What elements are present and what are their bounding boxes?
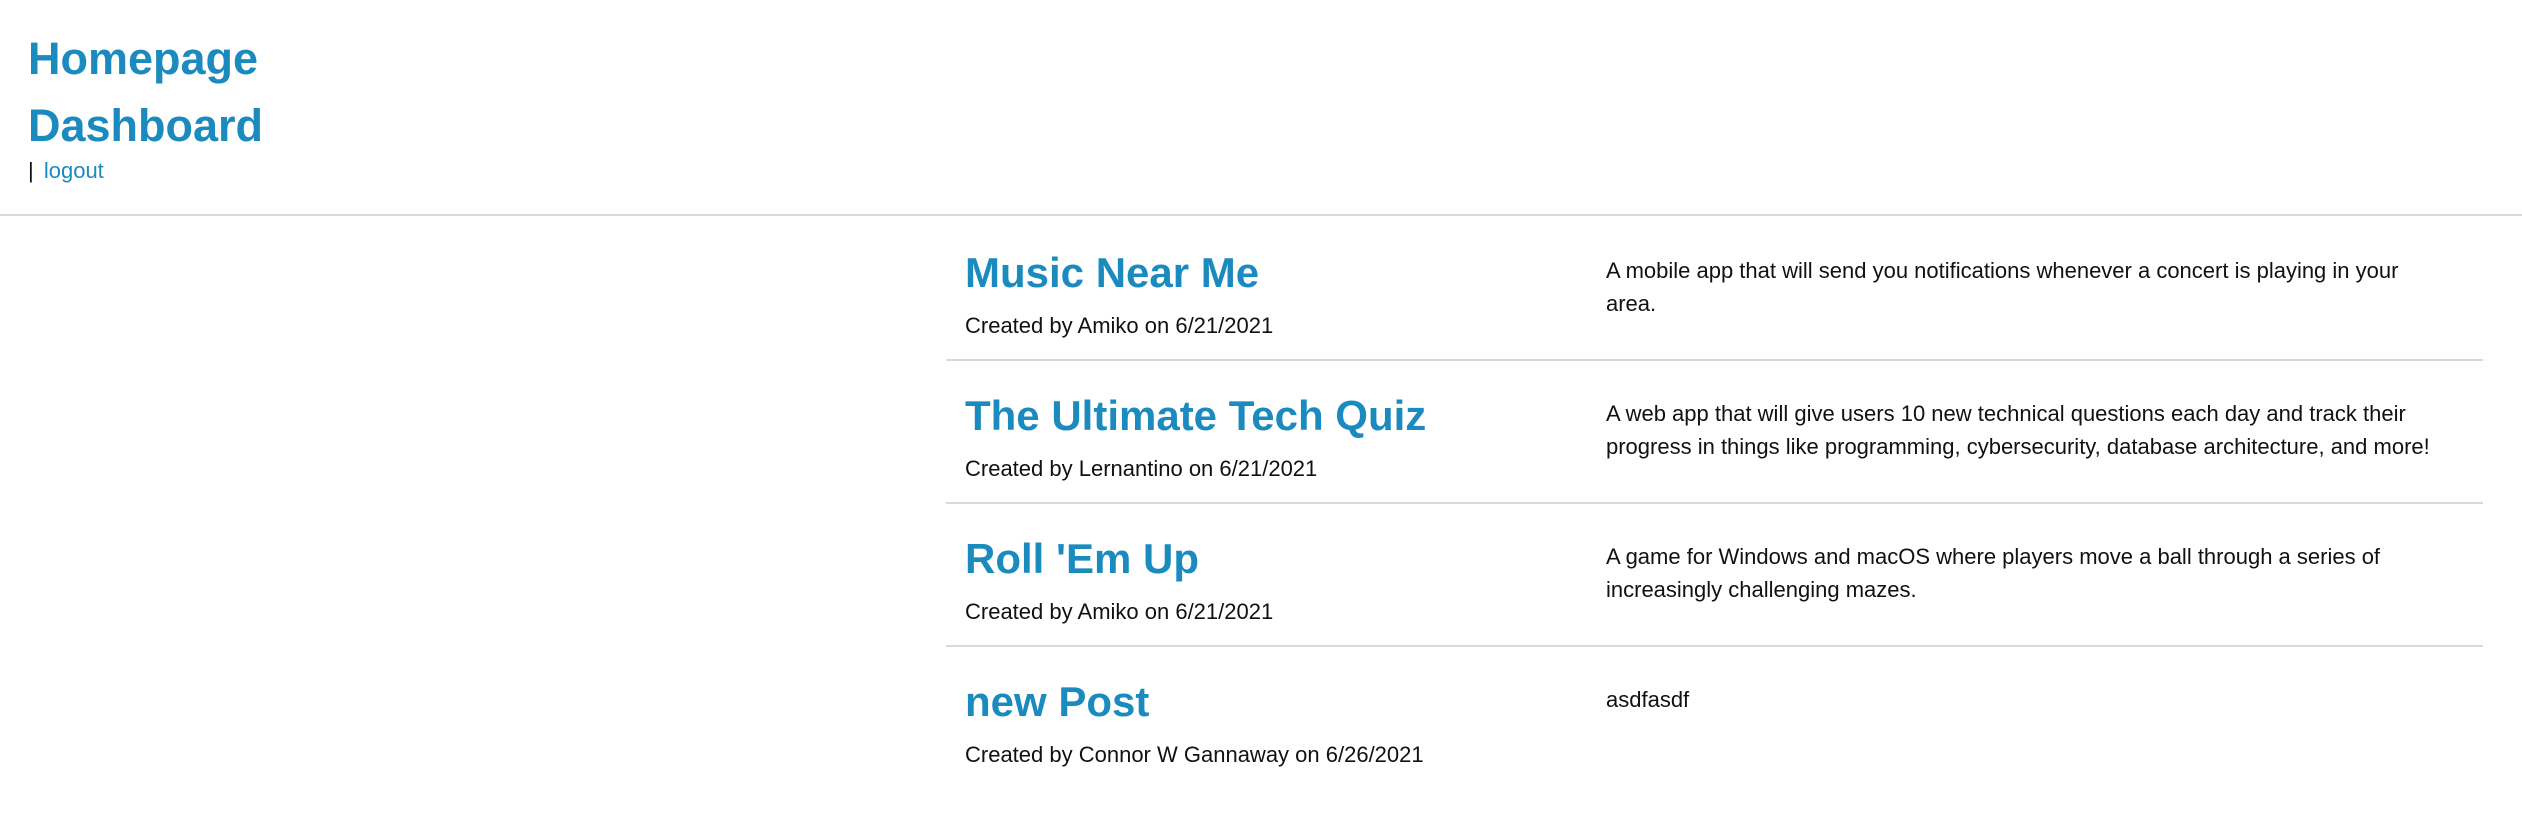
post-item: Music Near Me Created by Amiko on 6/21/2… xyxy=(946,218,2483,361)
post-title-link[interactable]: The Ultimate Tech Quiz xyxy=(965,395,1426,437)
post-description: A mobile app that will send you notifica… xyxy=(1606,258,2399,316)
post-meta: Created by Connor W Gannaway on 6/26/202… xyxy=(965,742,1424,767)
post-item: Roll 'Em Up Created by Amiko on 6/21/202… xyxy=(946,504,2483,647)
nav-separator: | xyxy=(28,158,34,183)
post-list: Music Near Me Created by Amiko on 6/21/2… xyxy=(946,218,2483,788)
homepage-link[interactable]: Homepage xyxy=(28,36,258,81)
post-item: The Ultimate Tech Quiz Created by Lernan… xyxy=(946,361,2483,504)
post-meta: Created by Amiko on 6/21/2021 xyxy=(965,313,1274,338)
logout-row: | logout xyxy=(28,160,104,182)
logout-link[interactable]: logout xyxy=(44,158,104,183)
post-title-link[interactable]: new Post xyxy=(965,681,1149,723)
post-title-link[interactable]: Music Near Me xyxy=(965,252,1259,294)
post-meta: Created by Amiko on 6/21/2021 xyxy=(965,599,1274,624)
post-item: new Post Created by Connor W Gannaway on… xyxy=(946,647,2483,788)
dashboard-link[interactable]: Dashboard xyxy=(28,103,263,148)
post-description: A web app that will give users 10 new te… xyxy=(1606,401,2430,459)
post-meta: Created by Lernantino on 6/21/2021 xyxy=(965,456,1318,481)
post-description: asdfasdf xyxy=(1606,687,1690,712)
post-description: A game for Windows and macOS where playe… xyxy=(1606,544,2381,602)
post-title-link[interactable]: Roll 'Em Up xyxy=(965,538,1199,580)
site-header: Homepage Dashboard | logout xyxy=(0,0,2522,216)
